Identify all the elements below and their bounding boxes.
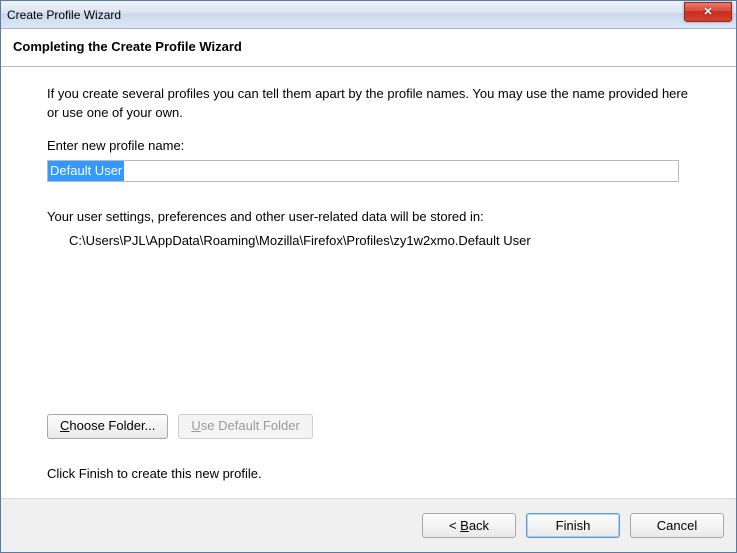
finish-button[interactable]: Finish [526,513,620,538]
profile-name-value: Default User [48,161,124,181]
wizard-content: If you create several profiles you can t… [1,67,736,498]
wizard-header-title: Completing the Create Profile Wizard [13,39,724,54]
folder-button-row: Choose Folder... Use Default Folder [47,414,690,439]
titlebar: Create Profile Wizard ✕ [1,1,736,29]
intro-text: If you create several profiles you can t… [47,85,690,123]
cancel-button[interactable]: Cancel [630,513,724,538]
profile-name-input[interactable]: Default User [47,160,679,182]
back-button[interactable]: < Back [422,513,516,538]
close-button[interactable]: ✕ [684,2,732,22]
storage-message: Your user settings, preferences and othe… [47,208,690,227]
window-title: Create Profile Wizard [7,8,121,22]
wizard-window: Create Profile Wizard ✕ Completing the C… [0,0,737,553]
profile-name-label: Enter new profile name: [47,137,690,156]
choose-folder-button[interactable]: Choose Folder... [47,414,168,439]
finish-note: Click Finish to create this new profile. [47,465,690,484]
close-icon: ✕ [703,7,712,18]
use-default-folder-button: Use Default Folder [178,414,312,439]
storage-path: C:\Users\PJL\AppData\Roaming\Mozilla\Fir… [47,232,690,251]
wizard-header: Completing the Create Profile Wizard [1,29,736,67]
wizard-footer: < Back Finish Cancel [1,498,736,552]
